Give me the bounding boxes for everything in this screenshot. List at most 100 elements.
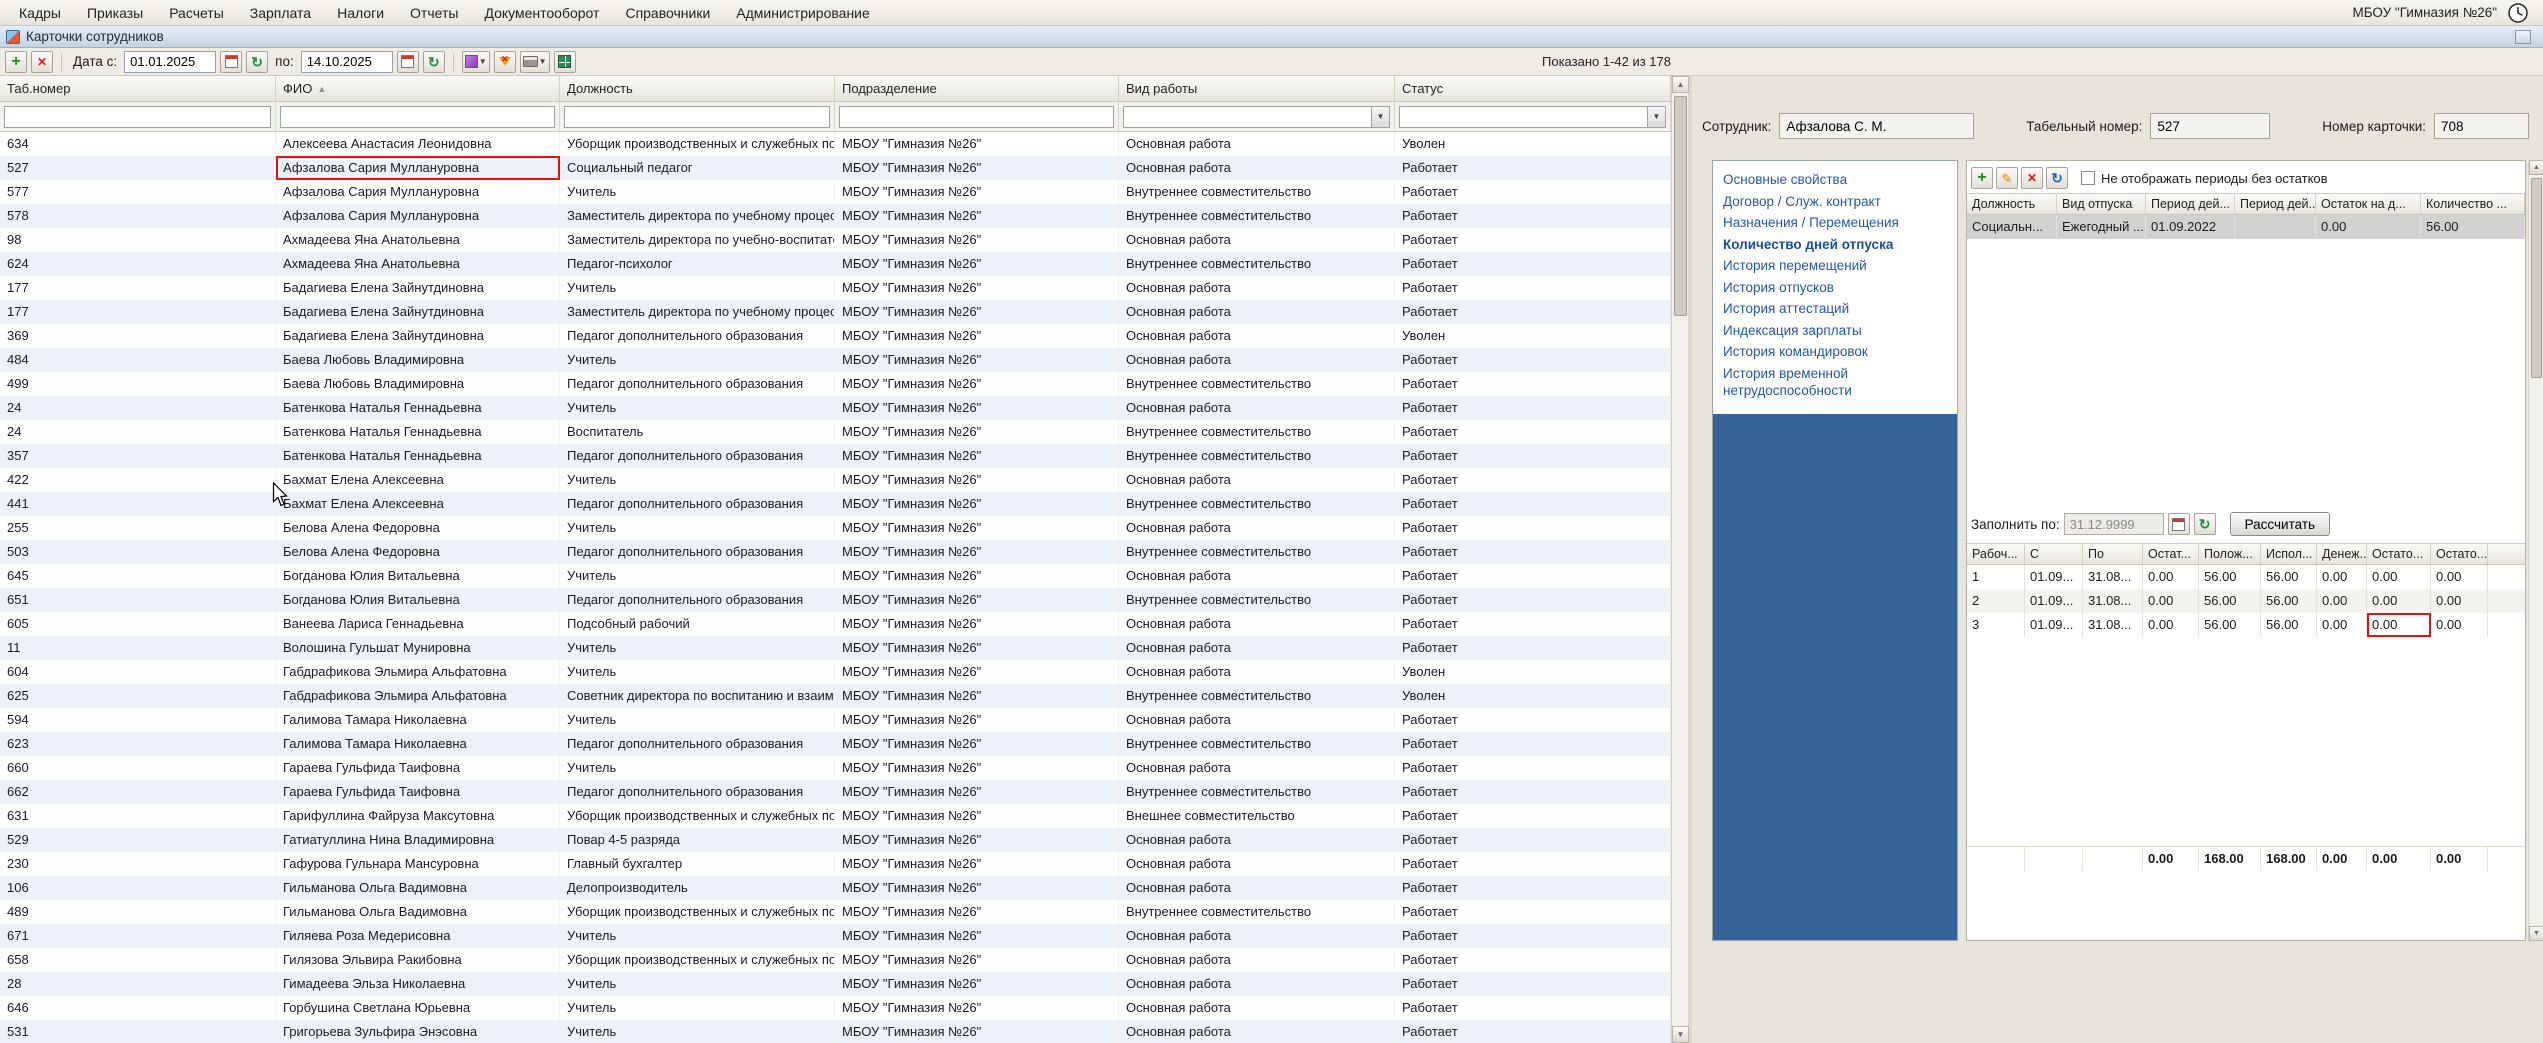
delete-period-button[interactable]: ✕: [2021, 167, 2043, 189]
menu-item[interactable]: Зарплата: [237, 2, 324, 24]
employee-row[interactable]: 28 Гимадеева Эльза Николаевна Учитель МБ…: [0, 972, 1671, 996]
collapse-panel-icon[interactable]: [2515, 29, 2531, 44]
export-button[interactable]: [553, 50, 576, 73]
hide-empty-checkbox[interactable]: [2081, 171, 2095, 185]
filter-work-type-input[interactable]: [1123, 105, 1372, 128]
column-header-position[interactable]: Должность: [1967, 194, 2057, 214]
employee-row[interactable]: 11 Волошина Гульшат Мунировна Учитель МБ…: [0, 636, 1671, 660]
nav-item[interactable]: История отпусков: [1723, 277, 1947, 299]
employee-row[interactable]: 660 Гараева Гульфида Таифовна Учитель МБ…: [0, 756, 1671, 780]
card-number-field[interactable]: [2434, 113, 2529, 139]
menu-item[interactable]: Расчеты: [156, 2, 237, 24]
employee-row[interactable]: 369 Бадагиева Елена Зайнутдиновна Педаго…: [0, 324, 1671, 348]
view-settings-button[interactable]: ▼: [461, 50, 490, 73]
chevron-down-icon[interactable]: ▼: [1372, 105, 1390, 128]
employee-row[interactable]: 177 Бадагиева Елена Зайнутдиновна Учител…: [0, 276, 1671, 300]
column-header-used[interactable]: Испол...: [2261, 544, 2317, 564]
employee-row[interactable]: 631 Гарифуллина Файруза Максутовна Уборщ…: [0, 804, 1671, 828]
tab-number-field[interactable]: [2150, 113, 2271, 139]
scroll-up-icon[interactable]: ▲: [1672, 76, 1689, 93]
filter-tab-number-input[interactable]: [4, 105, 271, 128]
menu-item[interactable]: Документооборот: [471, 2, 612, 24]
clear-filter-button[interactable]: ✕: [493, 50, 516, 73]
clock-icon[interactable]: [2507, 2, 2529, 24]
menu-item[interactable]: Приказы: [74, 2, 156, 24]
nav-item[interactable]: История перемещений: [1723, 255, 1947, 277]
menu-item[interactable]: Администрирование: [723, 2, 883, 24]
fill-by-reset-button[interactable]: ↻: [2193, 513, 2216, 535]
refresh-periods-button[interactable]: ↻: [2046, 167, 2068, 189]
employee-row[interactable]: 671 Гиляева Роза Медерисовна Учитель МБО…: [0, 924, 1671, 948]
employee-row[interactable]: 499 Баева Любовь Владимировна Педагог до…: [0, 372, 1671, 396]
scroll-up-icon[interactable]: ▲: [2529, 160, 2543, 175]
employee-row[interactable]: 623 Галимова Тамара Николаевна Педагог д…: [0, 732, 1671, 756]
fill-by-date-input[interactable]: [2063, 513, 2164, 535]
column-header-department[interactable]: Подразделение: [835, 76, 1119, 101]
column-header-tab-number[interactable]: Таб.номер: [0, 76, 276, 101]
column-header-money[interactable]: Денеж...: [2317, 544, 2367, 564]
add-period-button[interactable]: +: [1971, 167, 1993, 189]
fill-by-calendar-button[interactable]: [2167, 513, 2190, 535]
column-header-from[interactable]: С: [2025, 544, 2083, 564]
employee-row[interactable]: 24 Батенкова Наталья Геннадьевна Учитель…: [0, 396, 1671, 420]
date-from-reset-button[interactable]: ↻: [246, 50, 269, 73]
employee-row[interactable]: 531 Григорьева Зульфира Энэсовна Учитель…: [0, 1020, 1671, 1043]
employee-table-scrollbar[interactable]: ▲ ▼: [1671, 76, 1689, 1043]
menu-item[interactable]: Налоги: [324, 2, 397, 24]
scroll-down-icon[interactable]: ▼: [2529, 926, 2543, 941]
date-to-calendar-button[interactable]: [396, 50, 419, 73]
column-header-remainder-2[interactable]: Остато...: [2431, 544, 2488, 564]
chevron-down-icon[interactable]: ▼: [1648, 105, 1666, 128]
nav-item[interactable]: История командировок: [1723, 341, 1947, 363]
nav-item[interactable]: Назначения / Перемещения: [1723, 212, 1947, 234]
column-header-vacation-type[interactable]: Вид отпуска: [2057, 194, 2146, 214]
column-header-balance[interactable]: Остат...: [2143, 544, 2199, 564]
nav-item[interactable]: Основные свойства: [1723, 169, 1947, 191]
employee-row[interactable]: 177 Бадагиева Елена Зайнутдиновна Замест…: [0, 300, 1671, 324]
column-header-to[interactable]: По: [2083, 544, 2143, 564]
nav-item[interactable]: История временной нетрудоспособности: [1723, 363, 1947, 402]
column-header-work-year[interactable]: Рабоч...: [1967, 544, 2025, 564]
scroll-down-icon[interactable]: ▼: [1672, 1026, 1689, 1043]
menu-item[interactable]: Кадры: [6, 2, 74, 24]
nav-item[interactable]: Индексация зарплаты: [1723, 320, 1947, 342]
column-header-days-count[interactable]: Количество ...: [2421, 194, 2525, 214]
employee-row[interactable]: 98 Ахмадеева Яна Анатольевна Заместитель…: [0, 228, 1671, 252]
column-header-status[interactable]: Статус: [1395, 76, 1671, 101]
period-row[interactable]: 3 01.09... 31.08... 0.00 56.00 56.00 0.0…: [1967, 613, 2525, 637]
column-header-work-type[interactable]: Вид работы: [1119, 76, 1395, 101]
column-header-fio[interactable]: ФИО ▲: [276, 76, 560, 101]
column-header-period-end[interactable]: Период дей...: [2235, 194, 2316, 214]
employee-row[interactable]: 441 Бахмат Елена Алексеевна Педагог допо…: [0, 492, 1671, 516]
employee-row[interactable]: 604 Габдрафикова Эльмира Альфатовна Учит…: [0, 660, 1671, 684]
filter-department-input[interactable]: [839, 105, 1114, 128]
column-header-entitled[interactable]: Полож...: [2199, 544, 2261, 564]
period-row[interactable]: 2 01.09... 31.08... 0.00 56.00 56.00 0.0…: [1967, 589, 2525, 613]
add-button[interactable]: +: [5, 50, 27, 73]
filter-fio-input[interactable]: [280, 105, 555, 128]
calculate-button[interactable]: Рассчитать: [2229, 512, 2331, 536]
employee-row[interactable]: 646 Горбушина Светлана Юрьевна Учитель М…: [0, 996, 1671, 1020]
menu-item[interactable]: Справочники: [612, 2, 723, 24]
card-panel-scrollbar[interactable]: ▲ ▼: [2528, 160, 2543, 941]
employee-row[interactable]: 484 Баева Любовь Владимировна Учитель МБ…: [0, 348, 1671, 372]
column-header-period-start[interactable]: Период дей...: [2146, 194, 2235, 214]
employee-row[interactable]: 624 Ахмадеева Яна Анатольевна Педагог-пс…: [0, 252, 1671, 276]
employee-row[interactable]: 578 Афзалова Сария Муллануровна Заместит…: [0, 204, 1671, 228]
employee-row[interactable]: 527 Афзалова Сария Муллануровна Социальн…: [0, 156, 1671, 180]
column-header-remainder-1[interactable]: Остато...: [2367, 544, 2431, 564]
filter-status-input[interactable]: [1399, 105, 1648, 128]
filter-position-input[interactable]: [564, 105, 830, 128]
employee-row[interactable]: 503 Белова Алена Федоровна Педагог допол…: [0, 540, 1671, 564]
scrollbar-thumb[interactable]: [1674, 96, 1687, 316]
print-button[interactable]: ▼: [519, 50, 550, 73]
vacation-row[interactable]: Социальн... Ежегодный ... 01.09.2022 0.0…: [1967, 215, 2525, 239]
nav-item[interactable]: Договор / Служ. контракт: [1723, 191, 1947, 213]
employee-row[interactable]: 658 Гилязова Эльвира Ракибовна Уборщик п…: [0, 948, 1671, 972]
employee-row[interactable]: 422 Бахмат Елена Алексеевна Учитель МБОУ…: [0, 468, 1671, 492]
nav-item[interactable]: История аттестаций: [1723, 298, 1947, 320]
date-to-input[interactable]: [300, 50, 393, 73]
employee-row[interactable]: 357 Батенкова Наталья Геннадьевна Педаго…: [0, 444, 1671, 468]
column-header-balance[interactable]: Остаток на д...: [2316, 194, 2421, 214]
scrollbar-thumb[interactable]: [2531, 178, 2542, 378]
